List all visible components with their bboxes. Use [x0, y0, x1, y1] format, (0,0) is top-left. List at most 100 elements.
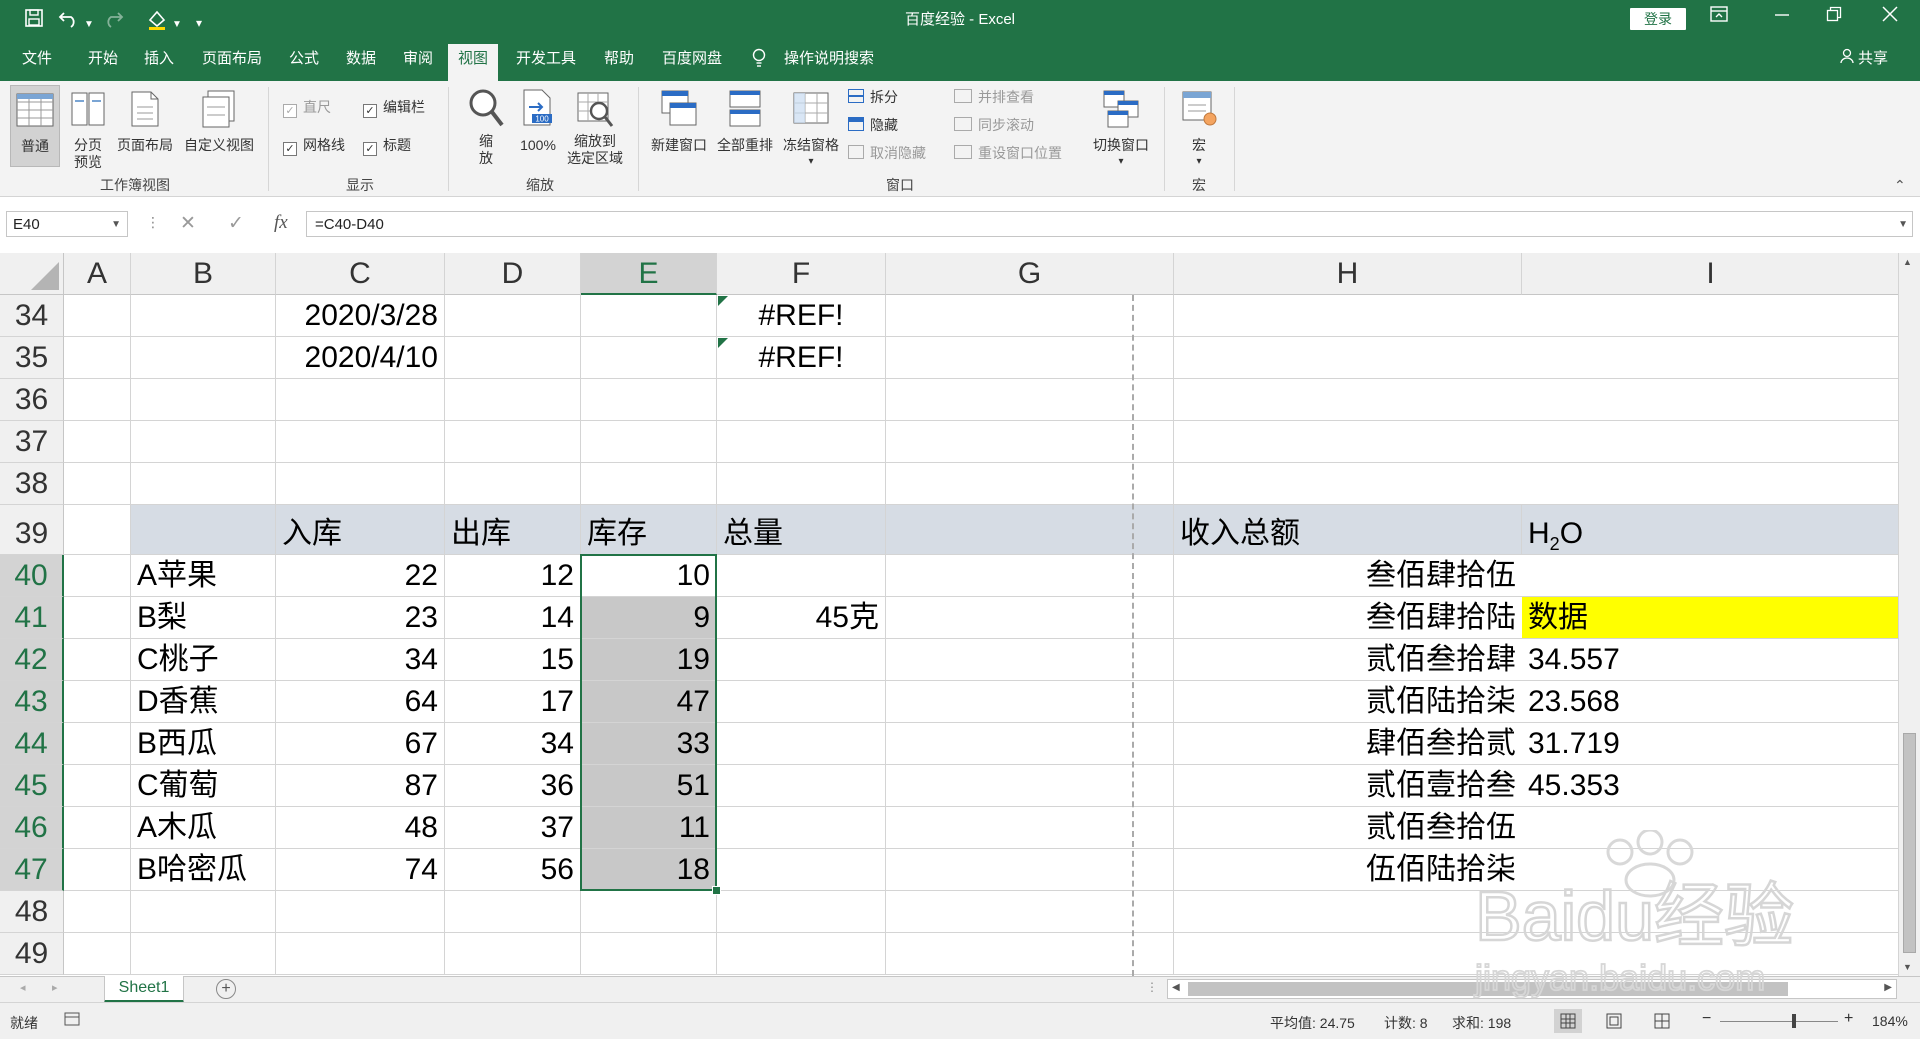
cell-e49[interactable] — [581, 933, 717, 975]
cell-d34[interactable] — [445, 295, 581, 337]
headings-checkbox[interactable]: ✓ 标题 — [363, 137, 411, 156]
cell-g39[interactable] — [886, 505, 1174, 555]
cell-b38[interactable] — [131, 463, 276, 505]
tab-baidu-netdisk[interactable]: 百度网盘 — [662, 48, 722, 70]
cell-g45[interactable] — [886, 765, 1174, 807]
cell-i39[interactable]: H2O — [1522, 505, 1898, 555]
cell-c36[interactable] — [276, 379, 445, 421]
worksheet-grid[interactable]: ABCDEFGHI 34 35 36 37 38 39 40 41 42 43 44 45 46 47 48… — [0, 253, 1898, 976]
sync-scroll-button[interactable]: 同步滚动 — [954, 117, 1034, 134]
cell-d41[interactable]: 14 — [445, 597, 581, 639]
cell-e48[interactable] — [581, 891, 717, 933]
cell-f38[interactable] — [717, 463, 886, 505]
cell-e34[interactable] — [581, 295, 717, 337]
scroll-down-icon[interactable]: ▼ — [1903, 962, 1912, 972]
cell-a38[interactable] — [64, 463, 131, 505]
cell-h38[interactable] — [1174, 463, 1522, 505]
cell-c46[interactable]: 48 — [276, 807, 445, 849]
tab-insert[interactable]: 插入 — [144, 48, 174, 70]
cell-b43[interactable]: D香蕉 — [131, 681, 276, 723]
unhide-button[interactable]: 取消隐藏 — [848, 145, 926, 162]
cell-c39[interactable]: 入库 — [276, 505, 445, 555]
cell-g43[interactable] — [886, 681, 1174, 723]
zoom-button[interactable]: 缩 放 — [458, 85, 514, 167]
cell-i49[interactable] — [1522, 933, 1898, 975]
cell-b35[interactable] — [131, 337, 276, 379]
cell-h47[interactable]: 伍佰陆拾柒 — [1174, 849, 1522, 891]
row-header-37[interactable]: 37 — [0, 421, 64, 463]
cell-g38[interactable] — [886, 463, 1174, 505]
cell-a42[interactable] — [64, 639, 131, 681]
cell-c48[interactable] — [276, 891, 445, 933]
cell-h34[interactable] — [1174, 295, 1522, 337]
cell-i34[interactable] — [1522, 295, 1898, 337]
page-layout-button[interactable]: 页面布局 — [114, 85, 176, 167]
cell-i42[interactable]: 34.557 — [1522, 639, 1898, 681]
cell-e45[interactable]: 51 — [581, 765, 717, 807]
cell-f45[interactable] — [717, 765, 886, 807]
add-sheet-icon[interactable]: + — [216, 979, 236, 999]
cell-h49[interactable] — [1174, 933, 1522, 975]
next-sheet-icon[interactable]: ▸ — [52, 981, 58, 994]
ruler-checkbox[interactable]: ✓ 直尺 — [283, 99, 331, 118]
scroll-up-icon[interactable]: ▲ — [1903, 257, 1912, 267]
cell-c40[interactable]: 22 — [276, 555, 445, 597]
row-header-48[interactable]: 48 — [0, 891, 64, 933]
page-break-status-icon[interactable] — [1654, 1013, 1670, 1032]
tab-file[interactable]: 文件 — [22, 48, 52, 70]
cell-d37[interactable] — [445, 421, 581, 463]
formula-input[interactable]: =C40-D40 ▼ — [306, 211, 1913, 237]
cell-e38[interactable] — [581, 463, 717, 505]
cell-a35[interactable] — [64, 337, 131, 379]
column-header-b[interactable]: B — [131, 253, 276, 295]
cell-c44[interactable]: 67 — [276, 723, 445, 765]
cell-i37[interactable] — [1522, 421, 1898, 463]
tab-page-layout[interactable]: 页面布局 — [202, 48, 262, 70]
cell-b46[interactable]: A木瓜 — [131, 807, 276, 849]
restore-icon[interactable] — [1826, 6, 1842, 27]
cell-g36[interactable] — [886, 379, 1174, 421]
cell-d36[interactable] — [445, 379, 581, 421]
cancel-icon[interactable]: ✕ — [180, 212, 196, 235]
cell-c38[interactable] — [276, 463, 445, 505]
tell-me-search[interactable]: 操作说明搜索 — [784, 48, 874, 70]
page-break-preview-button[interactable]: 分页 预览 — [66, 85, 110, 170]
sheet-tab-sheet1[interactable]: Sheet1 — [104, 976, 184, 1003]
cell-f47[interactable] — [717, 849, 886, 891]
cell-g44[interactable] — [886, 723, 1174, 765]
cell-g47[interactable] — [886, 849, 1174, 891]
cell-a49[interactable] — [64, 933, 131, 975]
tab-view[interactable]: 视图 — [448, 44, 499, 81]
column-header-e[interactable]: E — [581, 253, 717, 295]
column-header-h[interactable]: H — [1174, 253, 1522, 295]
cell-g48[interactable] — [886, 891, 1174, 933]
login-button[interactable]: 登录 — [1630, 8, 1686, 30]
cell-d47[interactable]: 56 — [445, 849, 581, 891]
row-header-39[interactable]: 39 — [0, 505, 64, 555]
reset-position-button[interactable]: 重设窗口位置 — [954, 145, 1062, 162]
cell-i46[interactable] — [1522, 807, 1898, 849]
tab-developer[interactable]: 开发工具 — [516, 48, 576, 70]
cell-c35[interactable]: 2020/4/10 — [276, 337, 445, 379]
cell-f40[interactable] — [717, 555, 886, 597]
cell-e36[interactable] — [581, 379, 717, 421]
tab-split-grip-icon[interactable]: ⋮ — [1146, 980, 1158, 994]
column-header-i[interactable]: I — [1522, 253, 1898, 295]
cell-i41[interactable]: 数据 — [1522, 597, 1898, 639]
switch-windows-button[interactable]: 切换窗口 ▾ — [1086, 85, 1156, 167]
cell-i47[interactable] — [1522, 849, 1898, 891]
cell-f48[interactable] — [717, 891, 886, 933]
hide-button[interactable]: 隐藏 — [848, 117, 898, 134]
column-header-a[interactable]: A — [64, 253, 131, 295]
cell-e42[interactable]: 19 — [581, 639, 717, 681]
cell-c37[interactable] — [276, 421, 445, 463]
cell-d40[interactable]: 12 — [445, 555, 581, 597]
cell-e39[interactable]: 库存 — [581, 505, 717, 555]
cell-c45[interactable]: 87 — [276, 765, 445, 807]
cell-f39[interactable]: 总量 — [717, 505, 886, 555]
row-header-42[interactable]: 42 — [0, 639, 64, 681]
cell-g49[interactable] — [886, 933, 1174, 975]
cell-h43[interactable]: 贰佰陆拾柒 — [1174, 681, 1522, 723]
cell-h36[interactable] — [1174, 379, 1522, 421]
cell-d43[interactable]: 17 — [445, 681, 581, 723]
